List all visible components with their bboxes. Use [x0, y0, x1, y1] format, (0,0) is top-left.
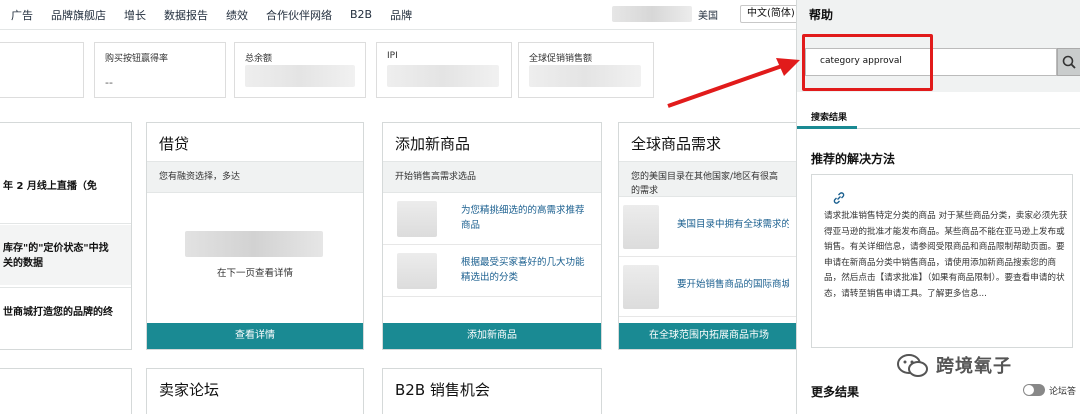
wechat-logo-icon: [897, 354, 928, 377]
watermark-text: 跨境氧子: [936, 356, 1012, 377]
